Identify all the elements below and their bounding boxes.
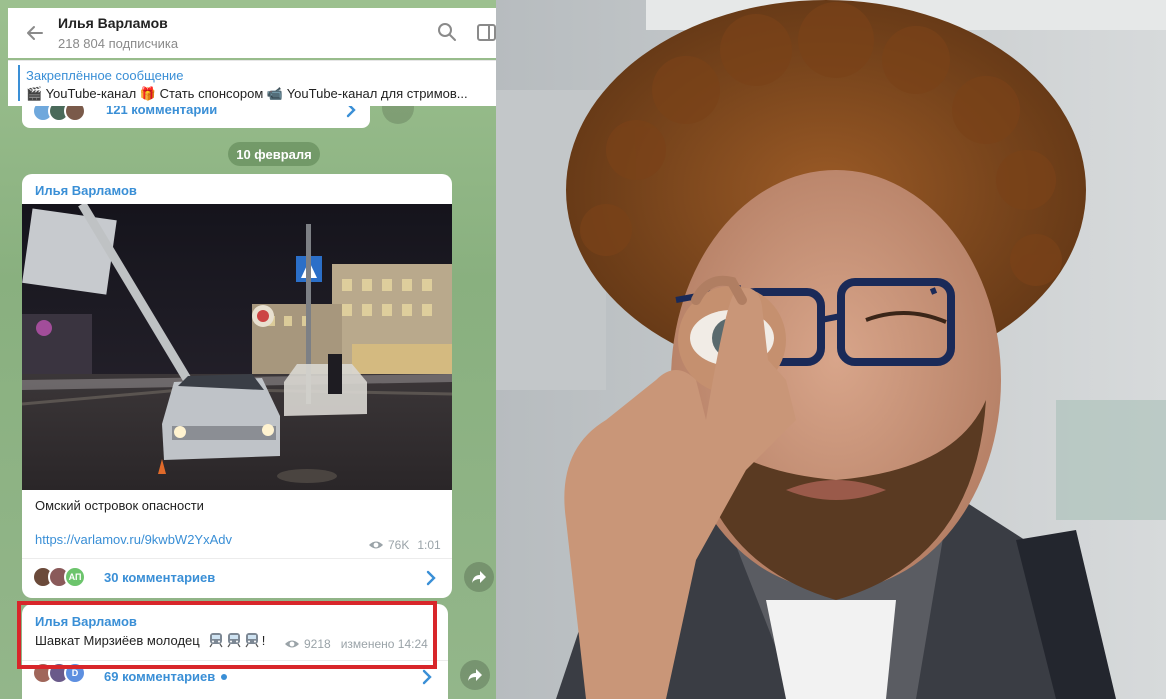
post-caption: Омский островок опасности: [35, 498, 204, 513]
comments-label-text: 69 комментариев: [104, 669, 216, 684]
pinned-accent-bar: [18, 65, 20, 101]
pinned-text: 🎬 YouTube-канал 🎁 Стать спонсором 📹 YouT…: [26, 86, 468, 101]
telegram-channel-panel: 121 комментарии Илья Варламов 218 804 по…: [0, 0, 496, 699]
comments-label: 69 комментариев: [104, 669, 228, 684]
unread-dot: [221, 673, 228, 680]
post-photo[interactable]: [22, 204, 452, 490]
channel-title[interactable]: Илья Варламов: [58, 15, 168, 31]
share-button[interactable]: [464, 562, 494, 592]
post-author[interactable]: Илья Варламов: [35, 183, 137, 198]
eye-icon: [369, 541, 383, 549]
back-button[interactable]: [22, 20, 48, 46]
search-icon[interactable]: [436, 21, 458, 43]
post-meta: 76K 1:01: [368, 538, 441, 552]
chevron-right-icon: [426, 570, 436, 586]
comment-avatars: АП: [32, 566, 86, 588]
post-time: 1:01: [417, 538, 441, 552]
screenshot-collage: 121 комментарии Илья Варламов 218 804 по…: [0, 0, 1166, 699]
view-count: 76K: [388, 538, 410, 552]
avatar: АП: [64, 566, 86, 588]
chat-header: Илья Варламов 218 804 подписчика: [8, 8, 496, 58]
post-link[interactable]: https://varlamov.ru/9kwbW2YxAdv: [35, 532, 232, 547]
portrait-photo: [496, 0, 1166, 699]
post-comments-bar[interactable]: АП 30 комментариев: [22, 560, 452, 598]
divider: [22, 558, 452, 559]
sidebar-toggle-icon[interactable]: [476, 22, 496, 44]
share-arrow-icon: [472, 571, 486, 583]
pinned-title: Закреплённое сообщение: [26, 68, 184, 83]
channel-post: Илья Варламов Омский островок опасности …: [22, 174, 452, 598]
pinned-message-bar[interactable]: Закреплённое сообщение 🎬 YouTube-канал 🎁…: [8, 60, 496, 106]
date-separator: 10 февраля: [228, 142, 320, 166]
chevron-right-icon: [422, 669, 432, 685]
subscriber-count: 218 804 подписчика: [58, 36, 179, 51]
share-button[interactable]: [460, 660, 490, 690]
man-holding-lens-photo: [496, 0, 1166, 699]
street-accident-photo: [22, 204, 452, 490]
arrow-left-icon: [27, 26, 43, 40]
comments-label: 30 комментариев: [104, 570, 216, 585]
red-highlight-box: [17, 601, 437, 669]
share-arrow-icon: [468, 669, 482, 681]
